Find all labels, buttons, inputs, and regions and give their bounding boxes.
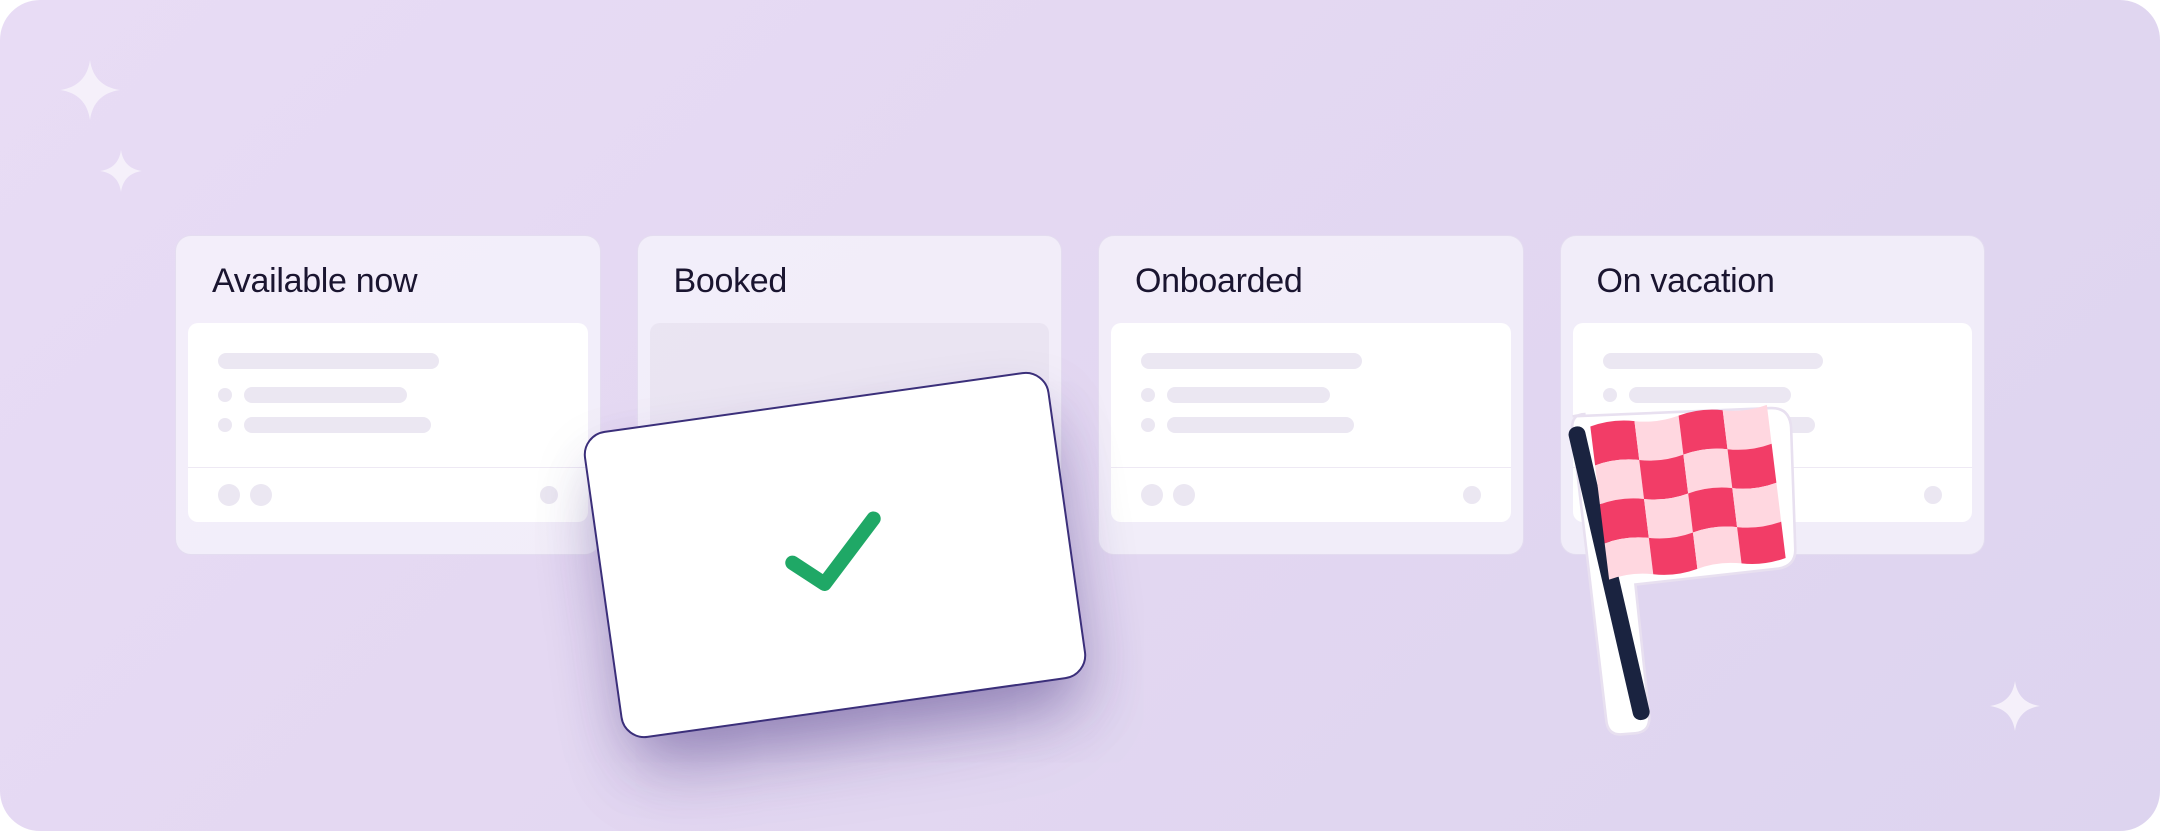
column-onboarded[interactable]: Onboarded bbox=[1098, 235, 1524, 555]
card-placeholder[interactable] bbox=[1111, 323, 1511, 467]
card-placeholder[interactable] bbox=[188, 323, 588, 467]
column-available-now[interactable]: Available now bbox=[175, 235, 601, 555]
skeleton-line bbox=[244, 387, 407, 403]
skeleton-line bbox=[1167, 387, 1330, 403]
checkmark-icon bbox=[774, 503, 895, 607]
hero-illustration: Available now Booked Onboarded bbox=[0, 0, 2160, 831]
skeleton-dot bbox=[1924, 486, 1942, 504]
skeleton-avatar bbox=[1173, 484, 1195, 506]
skeleton-line bbox=[1167, 417, 1354, 433]
skeleton-dot bbox=[218, 388, 232, 402]
sparkle-icon bbox=[100, 150, 142, 192]
dragged-card[interactable] bbox=[581, 369, 1090, 741]
skeleton-dot bbox=[1463, 486, 1481, 504]
sparkle-icon bbox=[1990, 681, 2040, 731]
skeleton-dot bbox=[1141, 388, 1155, 402]
skeleton-dot bbox=[540, 486, 558, 504]
skeleton-line bbox=[218, 353, 439, 369]
skeleton-line bbox=[244, 417, 431, 433]
column-title: Onboarded bbox=[1099, 236, 1523, 323]
column-title: Available now bbox=[176, 236, 600, 323]
card-footer bbox=[188, 467, 588, 522]
skeleton-dot bbox=[218, 418, 232, 432]
sparkle-icon bbox=[60, 60, 120, 120]
skeleton-avatar bbox=[218, 484, 240, 506]
skeleton-avatar bbox=[250, 484, 272, 506]
column-title: Booked bbox=[638, 236, 1062, 323]
card-footer bbox=[1111, 467, 1511, 522]
skeleton-dot bbox=[1141, 418, 1155, 432]
column-title: On vacation bbox=[1561, 236, 1985, 323]
skeleton-avatar bbox=[1141, 484, 1163, 506]
skeleton-line bbox=[1141, 353, 1362, 369]
